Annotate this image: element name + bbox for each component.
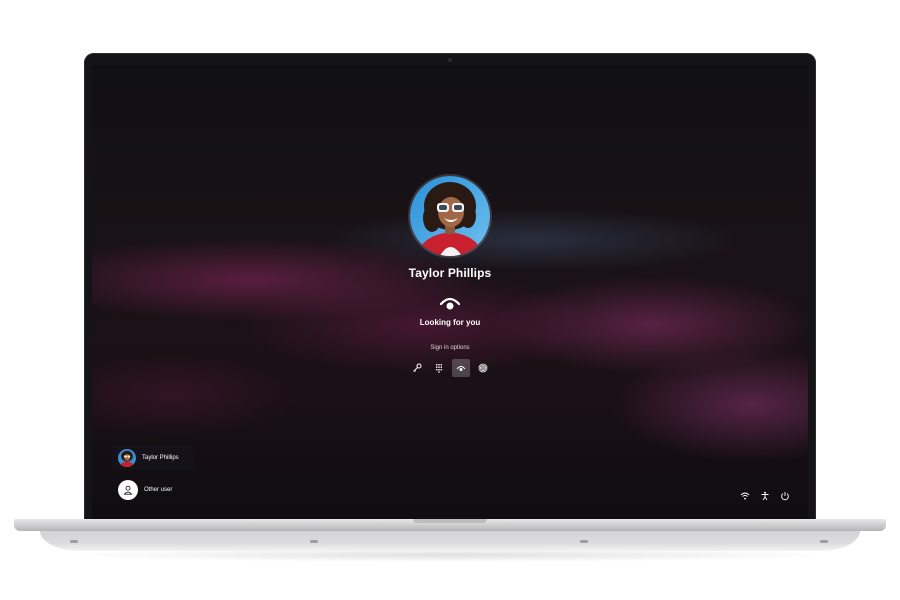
wifi-icon[interactable] xyxy=(740,491,750,501)
lock-screen: Taylor Phillips Looking for you Sign in … xyxy=(92,65,808,519)
face-recognition-icon xyxy=(456,366,466,371)
sign-in-panel: Taylor Phillips Looking for you Sign in … xyxy=(92,174,808,377)
laptop-lid: Taylor Phillips Looking for you Sign in … xyxy=(84,53,816,523)
sign-in-option-key[interactable] xyxy=(408,359,426,377)
accessibility-icon[interactable] xyxy=(760,491,770,501)
face-scan-icon xyxy=(439,294,461,312)
user-list-item-taylor[interactable]: Taylor Phillips xyxy=(112,446,194,470)
user-list-name: Taylor Phillips xyxy=(142,455,179,461)
system-tray xyxy=(740,491,790,501)
lid-notch xyxy=(413,519,487,523)
laptop-foot xyxy=(580,540,588,543)
power-icon[interactable] xyxy=(780,491,790,501)
user-list-item-other[interactable]: Other user xyxy=(112,478,194,502)
fingerprint-icon xyxy=(478,363,488,373)
sign-in-option-fingerprint[interactable] xyxy=(474,359,492,377)
user-list-name: Other user xyxy=(144,487,173,493)
laptop-base xyxy=(14,519,886,531)
user-name: Taylor Phillips xyxy=(408,266,492,280)
laptop-foot xyxy=(310,540,318,543)
key-icon xyxy=(413,363,422,372)
generic-user-icon xyxy=(118,480,138,500)
laptop-base-bottom xyxy=(40,531,860,551)
laptop-foot xyxy=(820,540,828,543)
sign-in-option-pin[interactable] xyxy=(430,359,448,377)
sign-in-option-face[interactable] xyxy=(452,359,470,377)
pin-keypad-icon xyxy=(436,364,442,373)
face-status-text: Looking for you xyxy=(419,318,481,327)
sign-in-options-link[interactable]: Sign in options xyxy=(430,345,469,351)
sign-in-options xyxy=(408,359,492,377)
webcam xyxy=(448,58,452,62)
user-avatar-small xyxy=(118,449,136,467)
laptop-foot xyxy=(70,540,78,543)
user-switcher: Taylor Phillips Other user xyxy=(112,446,194,502)
user-avatar-large xyxy=(408,174,492,258)
